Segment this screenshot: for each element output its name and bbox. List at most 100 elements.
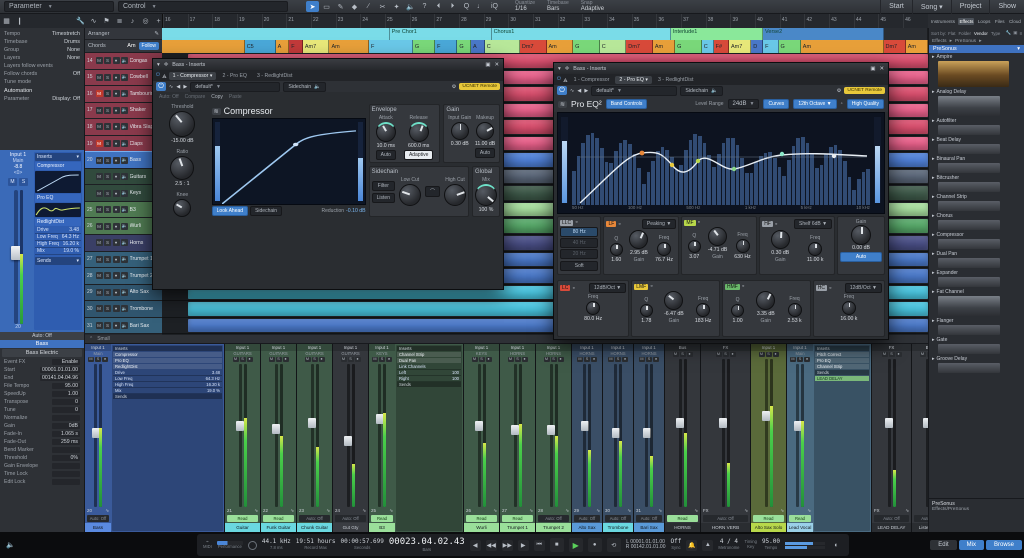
llc-soft-button[interactable]: Soft [560, 261, 599, 271]
mixer-strip-guitar[interactable]: Input 1 GUITARS M S ● 21 ∿ Read Guitar [225, 344, 261, 532]
mute-button[interactable]: M [95, 272, 103, 280]
chord-block[interactable]: C5 [244, 40, 276, 53]
monitor-icon[interactable]: 🔈 [121, 73, 128, 81]
speaker-icon[interactable]: 🔈 [4, 540, 17, 551]
ruler-bar-38[interactable]: 38 [705, 14, 731, 28]
ruler-bar-27[interactable]: 27 [434, 14, 459, 28]
browser-item-expander[interactable]: ▸ Expander [932, 270, 1021, 287]
preset-next-icon[interactable]: ▶ [183, 84, 187, 90]
preset-prev-icon[interactable]: ◀ [577, 88, 581, 94]
filter-button[interactable]: Filter [371, 180, 395, 191]
control-dropdown[interactable]: Control ▼ [118, 1, 288, 12]
monitor-icon[interactable]: 🔈 [121, 123, 128, 131]
record-arm-icon[interactable]: ● [386, 357, 392, 362]
chord-block[interactable]: A [275, 40, 290, 53]
track-header-tambourine[interactable]: 16 M S ● 🔈 Tambourine [85, 86, 162, 103]
chord-block[interactable] [162, 40, 245, 53]
mute-button[interactable]: M [95, 305, 103, 313]
record-arm-icon[interactable]: ● [112, 255, 120, 263]
mute-button[interactable]: M [95, 106, 103, 114]
attack-auto-button[interactable]: Auto [375, 150, 396, 160]
automation-mode-button[interactable]: Auto: Off [87, 515, 109, 522]
gain-knob[interactable] [770, 230, 790, 249]
solo-button[interactable]: S [95, 357, 101, 362]
listen-button[interactable]: Listen [371, 192, 395, 203]
mute-button[interactable]: M [639, 357, 645, 362]
power-dot-icon[interactable]: ◦ [775, 221, 777, 228]
monitor-icon[interactable]: 🔈 [121, 255, 128, 263]
record-arm-icon[interactable]: ● [112, 106, 120, 114]
gear-icon[interactable]: ⚙ [837, 88, 842, 94]
solo-button[interactable]: S [311, 357, 318, 362]
eraser-tool-icon[interactable]: ◆ [348, 1, 361, 12]
ruler-bar-37[interactable]: 37 [681, 14, 706, 28]
track-header-vibra-slap[interactable]: 18 M S ● 🔈 Vibra Slap [85, 119, 162, 136]
monitor-icon[interactable]: 🔈 [121, 106, 128, 114]
monitor-icon[interactable]: 🔈 [121, 288, 128, 296]
chord-block[interactable]: Am [905, 40, 929, 53]
strip-input-label[interactable]: Input 1 [225, 344, 260, 351]
ruler-bar-36[interactable]: 36 [656, 14, 681, 28]
strip-name[interactable]: Listen Bus [912, 523, 928, 532]
curves-button[interactable]: Curves [763, 99, 790, 109]
sends-header[interactable]: Sends [37, 258, 51, 264]
monitor-icon[interactable]: 🔈 [121, 173, 128, 181]
strip-input-label[interactable]: Input 1 [572, 344, 602, 351]
q-knob[interactable] [687, 240, 701, 253]
event-row[interactable]: Fade-Out 259 ms [0, 438, 84, 446]
track-header-congas[interactable]: 14 M S ● 🔈 Congas [85, 53, 162, 70]
iq-icon[interactable]: iQ [488, 1, 501, 12]
event-row[interactable]: Gain 0dB [0, 422, 84, 430]
record-arm-icon[interactable]: ● [622, 357, 628, 362]
automation-mode-button[interactable]: Auto: Off [605, 515, 631, 522]
browser-selected-folder[interactable]: PreSonus ▾ [929, 45, 1024, 53]
insert-item[interactable]: Pro EQ [113, 358, 222, 363]
record-arm-icon[interactable]: ● [112, 173, 120, 181]
strip-input-label[interactable]: FX [701, 344, 750, 351]
monitor-icon[interactable]: 🔈 [121, 272, 128, 280]
ruler-bar-17[interactable]: 17 [187, 14, 213, 28]
mixer-strip-b3[interactable]: Input 1 KEYS M S ● 25 ∿ Read B3 Inserts Channel St… [369, 344, 464, 532]
event-row[interactable]: Edit Lock [0, 478, 84, 486]
redlight-param[interactable]: Mix 19.0 % [35, 248, 81, 255]
solo-button[interactable]: S [478, 357, 485, 362]
browser-item-beat-delay[interactable]: ▸ Beat Delay [932, 137, 1021, 154]
preset-selector[interactable]: default* ▼ [190, 81, 281, 92]
insert-proeq[interactable]: Pro EQ [35, 194, 81, 202]
threshold-knob[interactable] [169, 111, 196, 137]
breadcrumb-effects[interactable]: Effects [932, 39, 947, 44]
volume-toggle-icon[interactable]: ◐ [830, 540, 843, 551]
track-header-claps[interactable]: 19 M S ● 🔈 Claps [85, 135, 162, 153]
browser-item-ampire[interactable]: ▸ Ampire [932, 54, 1021, 87]
solo-button[interactable]: S [679, 352, 686, 357]
disclosure-icon[interactable]: ▸ [932, 270, 935, 276]
disclosure-icon[interactable]: ▸ [932, 175, 935, 181]
record-arm-icon[interactable]: ● [112, 90, 120, 98]
release-knob[interactable] [408, 122, 429, 142]
octave-selector[interactable]: 12th Octave ▼ [793, 99, 837, 109]
track-header-keys[interactable]: MS●🔈Keys▸ [85, 185, 162, 202]
monitor-icon[interactable]: 🔈 [121, 305, 128, 313]
mixer-strip-horns[interactable]: Bus M S ● ∿ Read HORNS [665, 344, 701, 532]
band-toggle-hf[interactable]: HF [762, 221, 773, 227]
event-row[interactable]: Start 00001.01.01.00 [0, 366, 84, 374]
band-type-selector[interactable]: 12dB/Oct ▼ [589, 283, 627, 293]
ruler-bar-24[interactable]: 24 [360, 14, 385, 28]
record-arm-icon[interactable]: ● [246, 357, 253, 362]
automation-mode-button[interactable]: Auto: Off [874, 515, 909, 522]
record-arm-icon[interactable]: ● [112, 239, 120, 247]
disclosure-icon[interactable]: ▸ [932, 194, 935, 200]
tab-files[interactable]: Files [994, 18, 1006, 25]
automation-mode-button[interactable]: Read [789, 515, 811, 522]
solo-button[interactable]: S [104, 123, 111, 131]
solo-button[interactable]: S [104, 305, 111, 313]
mixer-strip-lead-delay[interactable]: FX M S ● FX ∿ Auto: Off LEAD DELAY [872, 344, 912, 532]
edit-button[interactable]: Edit [930, 540, 957, 550]
band-controls-button[interactable]: Band Controls [605, 99, 648, 109]
power-dot-icon[interactable]: ◦ [572, 285, 574, 292]
llc-20hz-button[interactable]: 20 Hz [560, 249, 599, 259]
mute-button[interactable]: M [95, 156, 103, 164]
record-arm-icon[interactable]: ● [318, 357, 325, 362]
ruler-bar-25[interactable]: 25 [385, 14, 410, 28]
strip-fader[interactable] [344, 364, 352, 507]
